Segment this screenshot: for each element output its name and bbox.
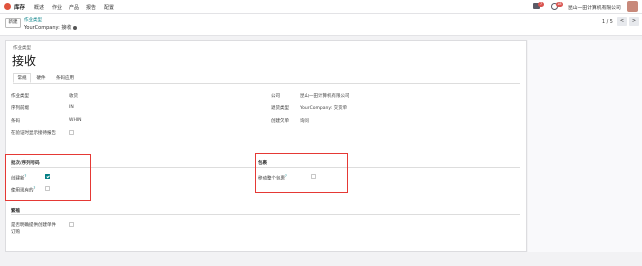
show-reception-report-label: 在验证时显示接待报告 (11, 131, 56, 136)
show-reception-report-checkbox[interactable] (69, 130, 74, 135)
menu-configuration[interactable]: 配置 (104, 4, 114, 11)
return-type-value[interactable]: YourCompany: 交货单 (300, 105, 347, 111)
form-type-label: 作业类型 (13, 46, 31, 51)
pager-value[interactable]: 1 / 5 (602, 20, 613, 25)
highlight-lots-section (5, 154, 91, 201)
highlight-packages-section (255, 153, 348, 193)
breadcrumb-parent[interactable]: 作业类型 (24, 17, 42, 23)
create-backorder-value[interactable]: 询问 (300, 118, 309, 124)
create-backorder-label: 创建欠单 (271, 119, 289, 124)
control-panel: 新建 作业类型 YourCompany: 接收 1 / 5 < > (0, 14, 642, 36)
page-title[interactable]: 接收 (12, 52, 36, 69)
company-value[interactable]: 昆山一田计算机有限公司 (300, 93, 350, 99)
tab-hardware[interactable]: 硬件 (32, 73, 50, 83)
menu-operations[interactable]: 作业 (52, 4, 62, 11)
top-navbar: 库存 概述 作业 产品 报告 配置 7 18 昆山一田计算机有限公司 (0, 0, 642, 14)
app-logo-icon[interactable] (4, 3, 11, 10)
breadcrumb-current: YourCompany: 接收 (24, 24, 78, 31)
pager-next-button[interactable]: > (629, 17, 639, 26)
tab-barcode[interactable]: 条码应用 (51, 73, 79, 83)
chat-badge: 7 (538, 1, 544, 7)
propagation-section-divider (11, 214, 520, 215)
propagation-checkbox[interactable] (69, 222, 74, 227)
gear-icon[interactable] (73, 25, 78, 30)
menu-products[interactable]: 产品 (69, 4, 79, 11)
return-type-label: 退货类型 (271, 106, 289, 111)
sequence-prefix-label: 序列前缀 (11, 106, 29, 111)
operation-type-label: 作业类型 (11, 94, 29, 99)
propagation-label-line2: 订购 (11, 230, 20, 235)
barcode-value[interactable]: WHIN (69, 118, 82, 123)
menu-overview[interactable]: 概述 (34, 4, 44, 11)
propagation-label-line1: 是否明确提供创建单件 (11, 223, 56, 228)
pager-previous-button[interactable]: < (617, 17, 627, 26)
menu-reporting[interactable]: 报告 (86, 4, 96, 11)
form-sheet (5, 40, 527, 252)
activity-badge: 18 (556, 1, 563, 7)
user-avatar[interactable] (627, 1, 638, 12)
app-name[interactable]: 库存 (14, 3, 25, 11)
barcode-label: 条码 (11, 119, 20, 124)
tab-divider (13, 83, 520, 84)
company-label: 公司 (271, 94, 280, 99)
breadcrumb-current-label: YourCompany: 接收 (24, 25, 72, 31)
sequence-prefix-value[interactable]: IN (69, 105, 74, 110)
form-sidebar (528, 40, 642, 252)
operation-type-value[interactable]: 收货 (69, 93, 78, 99)
new-button[interactable]: 新建 (5, 18, 21, 28)
tab-general[interactable]: 常规 (13, 73, 31, 83)
company-switcher[interactable]: 昆山一田计算机有限公司 (568, 4, 621, 11)
